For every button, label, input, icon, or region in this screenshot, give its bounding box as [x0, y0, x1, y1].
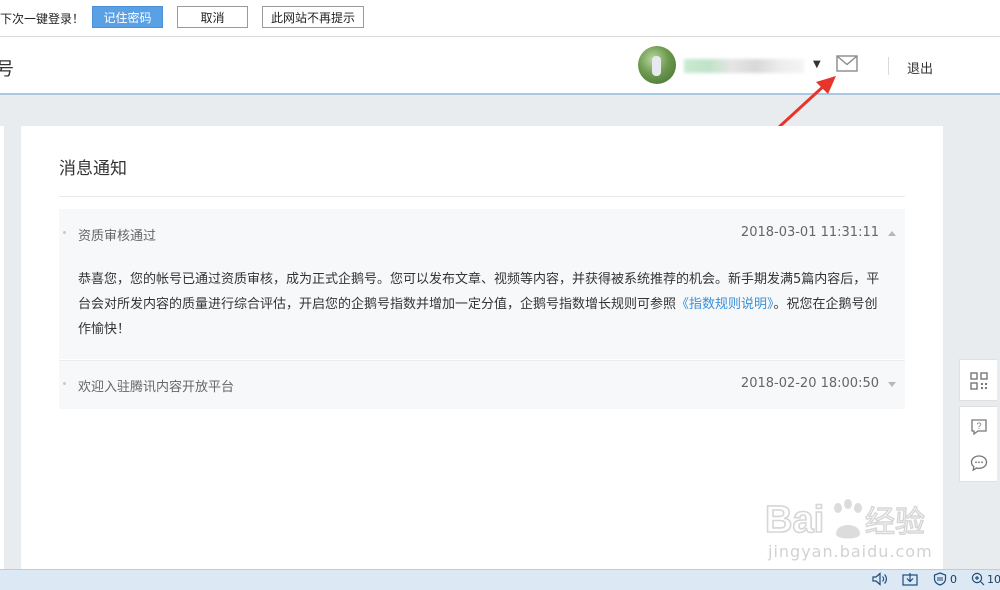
- message-item[interactable]: 资质审核通过 2018-03-01 11:31:11 恭喜您，您的帐号已通过资质…: [59, 209, 905, 359]
- bullet-icon: [63, 231, 66, 234]
- username-blurred[interactable]: [684, 59, 804, 73]
- message-item[interactable]: 欢迎入驻腾讯内容开放平台 2018-02-20 18:00:50: [59, 360, 905, 409]
- message-time: 2018-02-20 18:00:50: [740, 376, 879, 391]
- svg-text:Bai: Bai: [765, 499, 824, 541]
- chevron-down-icon[interactable]: ▼: [813, 59, 821, 70]
- chevron-down-icon[interactable]: [888, 382, 896, 387]
- logo-fragment: 号: [0, 59, 14, 80]
- message-time: 2018-03-01 11:31:11: [740, 225, 879, 240]
- zoom-icon[interactable]: [971, 572, 985, 589]
- feedback-icon[interactable]: [970, 454, 988, 472]
- help-feedback-group: ?: [959, 406, 997, 482]
- svg-text:?: ?: [976, 421, 981, 431]
- zoom-level: 10: [987, 573, 1000, 586]
- remember-password-button[interactable]: 记住密码: [92, 6, 163, 28]
- header-separator: [888, 57, 889, 75]
- password-bar-message: 下次一键登录！: [0, 12, 85, 26]
- volume-icon[interactable]: [872, 572, 888, 589]
- bullet-icon: [63, 382, 66, 385]
- message-body: 恭喜您，您的帐号已通过资质审核，成为正式企鹅号。您可以发布文章、视频等内容，并获…: [78, 267, 888, 342]
- shield-icon[interactable]: [933, 572, 947, 589]
- cancel-button[interactable]: 取消: [177, 6, 248, 28]
- browser-status-bar: 0 10: [0, 569, 1000, 590]
- download-icon[interactable]: [902, 572, 918, 589]
- site-header: 号 ▼ 退出: [0, 37, 1000, 95]
- qr-code-button[interactable]: [959, 359, 997, 401]
- shield-count: 0: [950, 573, 957, 586]
- baidu-watermark-logo: Bai 经验: [765, 498, 926, 542]
- password-save-bar: 下次一键登录！ 记住密码 取消 此网站不再提示: [0, 0, 1000, 37]
- message-title: 欢迎入驻腾讯内容开放平台: [78, 380, 235, 395]
- title-divider: [59, 196, 905, 197]
- chevron-up-icon[interactable]: [888, 231, 896, 236]
- index-rules-link[interactable]: 《指数规则说明》: [676, 297, 774, 312]
- avatar[interactable]: [638, 46, 676, 84]
- red-arrow-annotation: [776, 76, 836, 130]
- page-title: 消息通知: [59, 159, 127, 179]
- qr-code-icon: [970, 372, 988, 390]
- never-for-this-site-button[interactable]: 此网站不再提示: [262, 6, 364, 28]
- logout-link[interactable]: 退出: [907, 58, 933, 77]
- svg-text:经验: 经验: [865, 505, 925, 540]
- help-icon[interactable]: ?: [970, 418, 988, 436]
- left-panel-edge: [0, 126, 4, 574]
- message-title: 资质审核通过: [78, 229, 157, 244]
- watermark-url: jingyan.baidu.com: [768, 542, 933, 561]
